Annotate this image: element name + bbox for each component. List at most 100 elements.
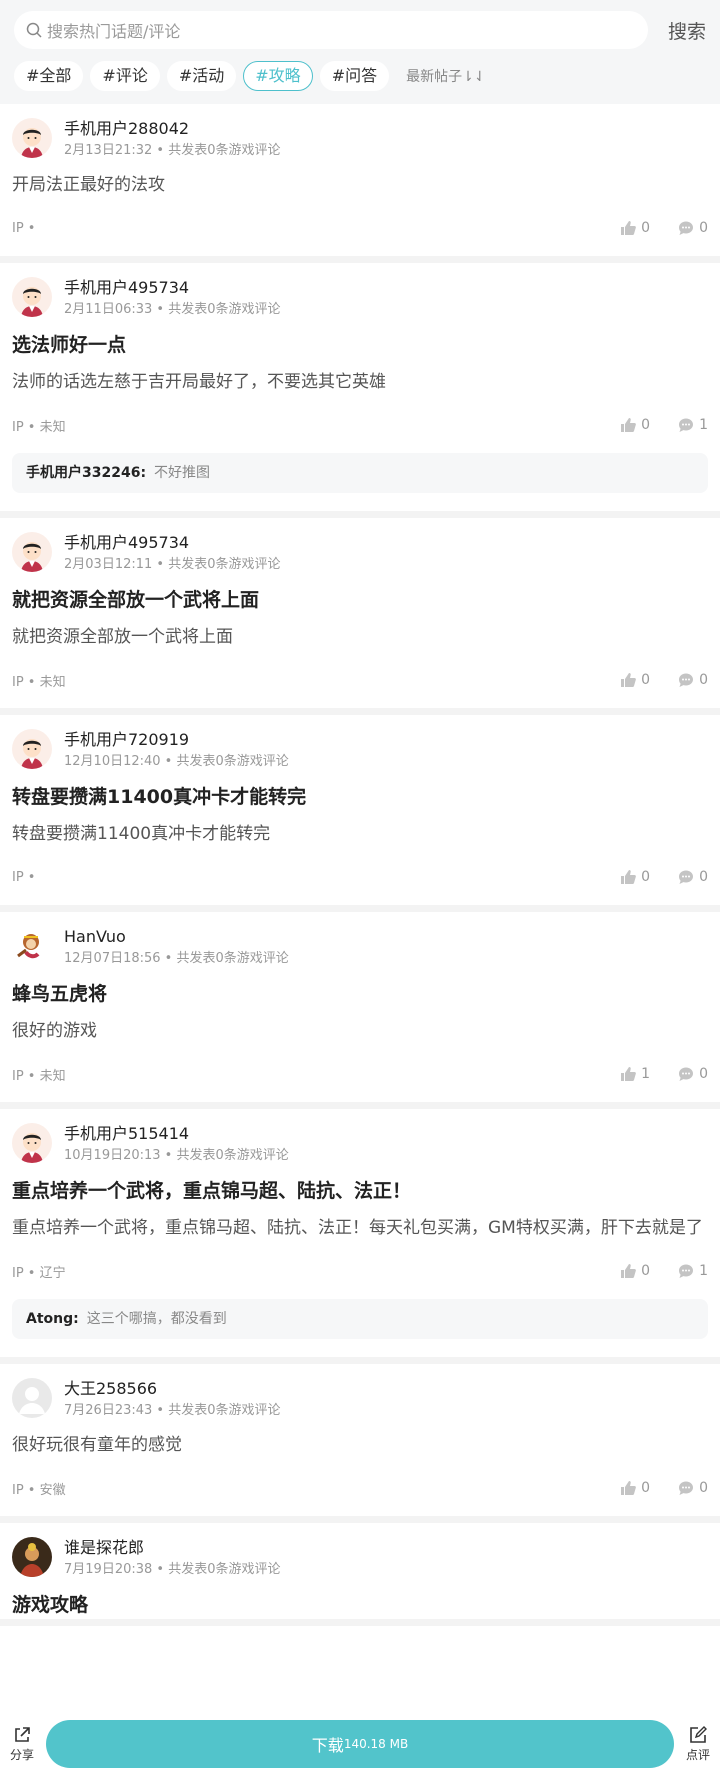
like-button[interactable]: 0 xyxy=(620,1263,650,1279)
post-card[interactable]: 谁是探花郎 7月19日20:38 • 共发表0条游戏评论 游戏攻略 xyxy=(0,1523,720,1626)
author-name[interactable]: 手机用户288042 xyxy=(64,118,280,140)
like-button[interactable]: 0 xyxy=(620,220,650,236)
comment-icon xyxy=(679,418,694,432)
search-placeholder: 搜索热门话题/评论 xyxy=(47,22,181,41)
comment-count: 0 xyxy=(699,869,708,885)
comment-icon xyxy=(679,673,694,687)
like-button[interactable]: 0 xyxy=(620,672,650,688)
ip-location: IP • xyxy=(12,869,36,885)
author-name[interactable]: HanVuo xyxy=(64,926,289,948)
author-name[interactable]: 手机用户515414 xyxy=(64,1123,289,1145)
avatar[interactable] xyxy=(12,277,52,317)
like-count: 0 xyxy=(641,869,651,885)
ip-location: IP • 未知 xyxy=(12,1068,66,1084)
post-card[interactable]: 手机用户515414 10月19日20:13 • 共发表0条游戏评论重点培养一个武… xyxy=(0,1109,720,1364)
review-button[interactable]: 点评 xyxy=(676,1725,720,1763)
tag-4[interactable]: #问答 xyxy=(319,61,390,91)
avatar[interactable] xyxy=(12,118,52,158)
post-body: 很好玩很有童年的感觉 xyxy=(12,1435,182,1455)
avatar[interactable] xyxy=(12,729,52,769)
comment-button[interactable]: 1 xyxy=(678,1263,708,1279)
author-name[interactable]: 谁是探花郎 xyxy=(64,1537,280,1559)
post-body: 法师的话选左慈于吉开局最好了，不要选其它英雄 xyxy=(12,372,386,392)
post-author: 手机用户495734 2月11日06:33 • 共发表0条游戏评论 xyxy=(12,277,708,321)
reply-preview[interactable]: 手机用户332246: 不好推图 xyxy=(12,453,708,493)
avatar[interactable] xyxy=(12,1537,52,1577)
comment-button[interactable]: 0 xyxy=(678,869,708,885)
post-body: 重点培养一个武将，重点锦马超、陆抗、法正！每天礼包买满，GM特权买满，肝下去就是… xyxy=(12,1218,703,1238)
comment-count: 0 xyxy=(699,1066,708,1082)
comment-button[interactable]: 0 xyxy=(678,1066,708,1082)
comment-count: 1 xyxy=(699,417,708,433)
page: 搜索热门话题/评论 搜索 #全部 #评论 #活动 #攻略 #问答 最新帖子⇂⇃ 手机用户2… xyxy=(0,0,720,1775)
avatar[interactable] xyxy=(12,926,52,966)
avatar[interactable] xyxy=(12,1378,52,1418)
post-actions: 01 xyxy=(592,1263,708,1279)
reply-text: 不好推图 xyxy=(154,465,211,481)
tag-3[interactable]: #攻略 xyxy=(243,61,313,91)
tag-0[interactable]: #全部 xyxy=(14,61,84,91)
author-name[interactable]: 手机用户495734 xyxy=(64,532,280,554)
header: 搜索热门话题/评论 搜索 #全部 #评论 #活动 #攻略 #问答 最新帖子⇂⇃ xyxy=(0,0,720,104)
like-count: 0 xyxy=(641,1480,651,1496)
post-card[interactable]: 手机用户495734 2月03日12:11 • 共发表0条游戏评论 就把资源全部放一… xyxy=(0,518,720,715)
thumbs-up-icon xyxy=(621,673,637,687)
post-footer: IP • 未知 0 1 xyxy=(12,397,708,453)
ip-location: IP • 未知 xyxy=(12,419,66,435)
post-card[interactable]: 手机用户720919 12月10日12:40 • 共发表0条游戏评论转盘要攒满11… xyxy=(0,715,720,912)
author-info: 手机用户495734 2月03日12:11 • 共发表0条游戏评论 xyxy=(64,532,280,576)
author-info: 谁是探花郎 7月19日20:38 • 共发表0条游戏评论 xyxy=(64,1537,280,1581)
post-footer: IP • 辽宁 0 1 xyxy=(12,1243,708,1299)
author-info: 手机用户720919 12月10日12:40 • 共发表0条游戏评论 xyxy=(64,729,289,773)
tag-2[interactable]: #活动 xyxy=(166,61,237,91)
post-meta: 7月26日23:43 • 共发表0条游戏评论 xyxy=(64,1403,281,1418)
like-button[interactable]: 0 xyxy=(620,869,650,885)
search-button[interactable]: 搜索 xyxy=(648,17,706,44)
avatar[interactable] xyxy=(12,532,52,572)
post-body: 开局法正最好的法攻 xyxy=(12,175,165,195)
tag-1[interactable]: #评论 xyxy=(90,61,160,91)
comment-button[interactable]: 1 xyxy=(678,417,708,433)
comment-count: 0 xyxy=(699,672,708,688)
like-count: 1 xyxy=(641,1066,651,1082)
post-card[interactable]: HanVuo 12月07日18:56 • 共发表0条游戏评论 蜂鸟五虎将 很好的游戏 I… xyxy=(0,912,720,1109)
ip-location: IP • xyxy=(12,220,36,236)
post-body: 转盘要攒满11400真冲卡才能转完 xyxy=(12,824,271,844)
post-author: 手机用户515414 10月19日20:13 • 共发表0条游戏评论 xyxy=(12,1123,708,1167)
reply-text: 这三个哪搞，都没看到 xyxy=(86,1311,227,1327)
author-name[interactable]: 手机用户720919 xyxy=(64,729,289,751)
post-card[interactable]: 大王258566 7月26日23:43 • 共发表0条游戏评论很好玩很有童年的感觉… xyxy=(0,1364,720,1523)
download-size: 140.18 MB xyxy=(343,1737,409,1751)
thumbs-up-icon xyxy=(621,418,637,432)
reply-author: 手机用户332246: xyxy=(26,465,147,481)
like-button[interactable]: 0 xyxy=(620,417,650,433)
author-info: 手机用户515414 10月19日20:13 • 共发表0条游戏评论 xyxy=(64,1123,289,1167)
like-button[interactable]: 0 xyxy=(620,1480,650,1496)
like-count: 0 xyxy=(641,417,651,433)
author-name[interactable]: 大王258566 xyxy=(64,1378,280,1400)
author-info: HanVuo 12月07日18:56 • 共发表0条游戏评论 xyxy=(64,926,289,970)
search-input[interactable]: 搜索热门话题/评论 xyxy=(14,11,648,49)
download-button[interactable]: 下载 140.18 MB xyxy=(46,1720,674,1768)
comment-button[interactable]: 0 xyxy=(678,1480,708,1496)
share-button[interactable]: 分享 xyxy=(0,1725,44,1763)
post-meta: 2月11日06:33 • 共发表0条游戏评论 xyxy=(64,302,281,317)
comment-button[interactable]: 0 xyxy=(678,220,708,236)
author-name[interactable]: 手机用户495734 xyxy=(64,277,280,299)
search-row: 搜索热门话题/评论 搜索 xyxy=(0,10,720,50)
like-button[interactable]: 1 xyxy=(620,1066,650,1082)
comment-button[interactable]: 0 xyxy=(678,672,708,688)
post-list: 手机用户288042 2月13日21:32 • 共发表0条游戏评论 开局法正最好的法… xyxy=(0,104,720,1626)
download-label: 下载 xyxy=(311,1736,344,1755)
edit-icon xyxy=(690,1726,707,1743)
sort-button[interactable]: 最新帖子⇂⇃ xyxy=(406,66,485,86)
avatar[interactable] xyxy=(12,1123,52,1163)
post-actions: 10 xyxy=(592,1066,708,1082)
reply-preview[interactable]: Atong: 这三个哪搞，都没看到 xyxy=(12,1299,708,1339)
like-count: 0 xyxy=(641,672,651,688)
thumbs-up-icon xyxy=(621,870,637,884)
post-card[interactable]: 手机用户495734 2月11日06:33 • 共发表0条游戏评论 选法师好一点 法师… xyxy=(0,263,720,518)
tag-filter-bar: #全部 #评论 #活动 #攻略 #问答 最新帖子⇂⇃ xyxy=(0,61,720,91)
post-card[interactable]: 手机用户288042 2月13日21:32 • 共发表0条游戏评论 开局法正最好的法… xyxy=(0,104,720,263)
comment-icon xyxy=(679,1067,694,1081)
